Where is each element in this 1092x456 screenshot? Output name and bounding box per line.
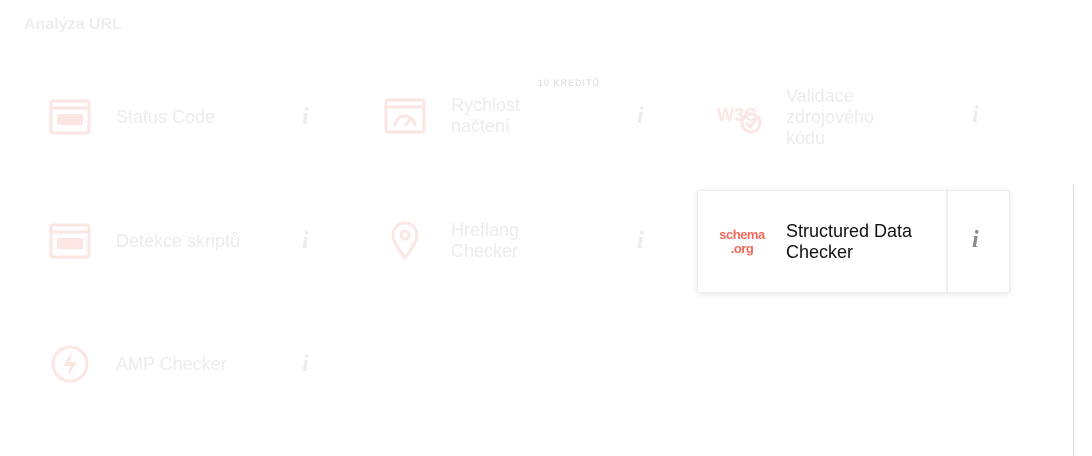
tool-label: Rychlost načtení (451, 95, 521, 136)
credits-badge: 10 KREDITŮ (538, 78, 601, 88)
info-icon[interactable]: i (637, 103, 644, 130)
tool-amp-checker[interactable]: AMP Checker i (36, 337, 336, 391)
tool-label: Structured Data Checker (786, 220, 913, 262)
tool-status-code[interactable]: Status Code i (36, 90, 336, 144)
http-window-icon (36, 223, 104, 259)
tool-structured-data-checker[interactable]: schema .org Structured Data Checker i (697, 190, 1010, 293)
logo-line: .org (730, 240, 754, 256)
tool-script-detection[interactable]: Detekce skriptů i (36, 214, 336, 268)
info-icon[interactable]: i (302, 228, 309, 255)
tool-label: Status Code (116, 106, 216, 127)
info-icon[interactable]: i (972, 102, 979, 129)
map-pin-icon (371, 221, 439, 261)
tool-label: Hreflang Checker (451, 220, 520, 261)
speed-window-icon (371, 98, 439, 134)
section-title: Analýza URL (24, 16, 122, 33)
logo-line: schema (719, 226, 765, 242)
scrollbar-track[interactable] (1073, 185, 1074, 456)
w3c-check-icon: W3C (706, 99, 774, 135)
info-icon[interactable]: i (302, 351, 309, 378)
tool-label: AMP Checker (116, 353, 227, 374)
info-icon[interactable]: i (637, 228, 644, 255)
schema-org-logo: schema .org (698, 226, 786, 256)
info-icon[interactable]: i (972, 227, 979, 254)
info-icon[interactable]: i (302, 104, 309, 131)
tool-hreflang-checker[interactable]: Hreflang Checker i (371, 212, 671, 270)
tool-label: Detekce skriptů (116, 230, 241, 251)
amp-bolt-icon (36, 344, 104, 384)
card-divider (946, 191, 948, 292)
http-window-icon (36, 99, 104, 135)
tool-source-validation[interactable]: W3C Validace zdrojového kódu i (706, 84, 1006, 150)
tool-label: Validace zdrojového kódu (786, 85, 875, 148)
tool-load-speed[interactable]: Rychlost načtení i (371, 88, 671, 144)
